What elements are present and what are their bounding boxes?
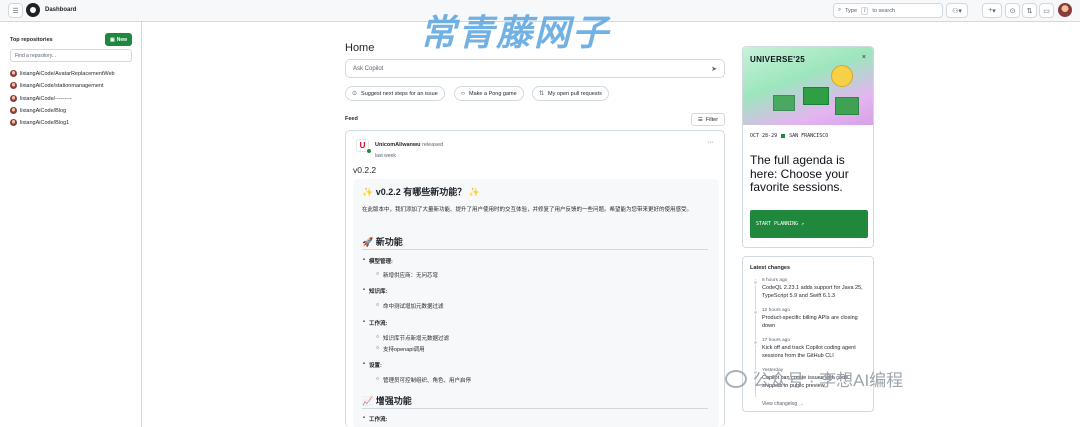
release-notes: ✨ v0.2.2 有哪些新功能？ ✨ 在此版本中，我们添加了大量新功能、提升了用… <box>353 179 719 427</box>
chip-open-pull-requests[interactable]: ⇅ My open pull requests <box>532 86 609 101</box>
repo-link[interactable]: lixiangAiCode/AvatarReplacementWeb <box>10 70 115 77</box>
changelog-item[interactable]: 17 hours ago Kick off and track Copilot … <box>753 338 870 360</box>
owner-avatar <box>10 107 17 114</box>
page-title: Home <box>345 42 375 54</box>
repo-link[interactable]: lixiangAiCode/Blog1 <box>10 119 69 126</box>
section-new-features: 🚀 新功能 <box>362 237 403 247</box>
search-shortcut-key: / <box>861 6 869 15</box>
duck-mascot-icon <box>831 65 853 87</box>
ad-headline: The full agenda is here: Choose your fav… <box>750 153 849 194</box>
feed-time: last week <box>375 153 396 159</box>
pull-request-icon: ⇅ <box>539 91 545 97</box>
owner-avatar <box>10 82 17 89</box>
timeline-dot <box>753 340 758 345</box>
timeline-dot <box>753 310 758 315</box>
wechat-icon <box>725 369 747 388</box>
owner-avatar <box>10 119 17 126</box>
release-heading: ✨ v0.2.2 有哪些新功能？ ✨ <box>362 187 480 197</box>
list-item: 知识库节点新增元数据过滤 <box>376 334 449 342</box>
close-icon[interactable]: × <box>862 54 866 61</box>
search-input[interactable]: ⌕ Type / to search <box>833 3 943 18</box>
release-intro: 在此版本中，我们添加了大量新功能、提升了用户使用时的交互体验，并修复了用户反馈的… <box>362 207 693 213</box>
latest-changes-title: Latest changes <box>750 265 791 271</box>
repo-link[interactable]: UnicomAI/wanwu <box>375 142 421 148</box>
square-icon <box>781 134 786 138</box>
divider <box>362 408 708 409</box>
list-item: 支持openapi调用 <box>376 345 425 353</box>
more-options-icon[interactable]: ··· <box>707 139 714 146</box>
search-icon: ⌕ <box>838 7 842 13</box>
changelog-item[interactable]: 6 hours ago CodeQL 2.23.1 adds support f… <box>753 278 870 300</box>
page-context-title[interactable]: Dashboard <box>45 7 76 13</box>
find-repository-input[interactable]: Find a repository... <box>10 49 132 62</box>
watermark-top: 常青藤网子 <box>420 12 611 53</box>
issues-icon[interactable]: ⊙ <box>1005 3 1020 18</box>
send-icon[interactable]: ➤ <box>711 65 717 73</box>
pull-requests-icon[interactable]: ⇅ <box>1022 3 1037 18</box>
search-prefix: Type <box>845 7 858 14</box>
list-item: 新增供应商：无问芯穹 <box>376 271 438 279</box>
universe-ad-card[interactable]: UNIVERSE'25 × OCT 28-29 SAN FRANCISCO The… <box>742 46 874 248</box>
watermark-bottom: 公众号 · 李想AI编程 <box>725 366 903 391</box>
repo-link[interactable]: lixiangAiCode/--------- <box>10 95 72 102</box>
timeline-dot <box>753 280 758 285</box>
owner-avatar <box>10 95 17 102</box>
section-enhancements: 📈 增强功能 <box>362 396 412 406</box>
copilot-icon[interactable]: ⚇▾ <box>946 3 968 18</box>
decor-cube <box>835 97 859 115</box>
chip-suggest-next-steps[interactable]: ⊙ Suggest next steps for an issue <box>345 86 445 101</box>
list-item: 命中测试增加元数据过滤 <box>376 302 443 310</box>
chip-pong-game[interactable]: ‹› Make a Pong game <box>454 86 524 101</box>
view-changelog-link[interactable]: View changelog → <box>762 401 804 407</box>
code-icon: ‹› <box>461 90 465 97</box>
decor-cube <box>773 95 795 111</box>
create-new-button[interactable]: + ▾ <box>982 3 1002 18</box>
list-item: 知识库: <box>363 287 387 295</box>
menu-icon[interactable]: ☰ <box>8 3 23 18</box>
repo-icon: ▣ <box>109 36 115 43</box>
owner-avatar <box>10 70 17 77</box>
start-planning-button[interactable]: START PLANNING ↗ <box>750 210 868 238</box>
release-version-link[interactable]: v0.2.2 <box>353 165 376 175</box>
filter-button[interactable]: ☰ Filter <box>691 113 725 126</box>
divider <box>362 249 708 250</box>
ad-brand: UNIVERSE'25 <box>750 55 805 64</box>
top-repositories-title: Top repositories <box>10 37 53 43</box>
user-avatar[interactable] <box>1058 3 1072 17</box>
search-suffix: to search <box>872 7 896 14</box>
feed-actor: UnicomAI/wanwu released <box>375 142 444 148</box>
filter-icon: ☰ <box>697 116 703 123</box>
inbox-icon[interactable]: ▭ <box>1039 3 1054 18</box>
ad-event-date: OCT 28-29 SAN FRANCISCO <box>750 133 829 139</box>
repo-link[interactable]: lixiangAiCode/stationmanagement <box>10 82 103 89</box>
list-item: 设置: <box>363 361 382 369</box>
feed-release-card: U UnicomAI/wanwu released last week ··· … <box>345 130 725 427</box>
new-repository-button[interactable]: ▣ New <box>105 33 132 46</box>
release-badge-icon <box>366 148 372 154</box>
list-item: 模型管理: <box>363 257 393 265</box>
decor-cube <box>803 87 829 105</box>
github-logo-icon[interactable] <box>26 3 40 17</box>
repo-link[interactable]: lixiangAiCode/Blog <box>10 107 66 114</box>
list-item: 工作流: <box>363 319 387 327</box>
feed-label: Feed <box>345 116 358 122</box>
changelog-item[interactable]: 12 hours ago Product-specific billing AP… <box>753 308 870 330</box>
list-item: 管理员可控制组织、角色、用户启停 <box>376 376 471 384</box>
issue-icon: ⊙ <box>352 91 358 97</box>
list-item: 工作流: <box>363 415 387 423</box>
ask-copilot-input[interactable]: Ask Copilot ➤ <box>345 59 725 78</box>
left-sidebar: Top repositories ▣ New Find a repository… <box>0 22 142 427</box>
